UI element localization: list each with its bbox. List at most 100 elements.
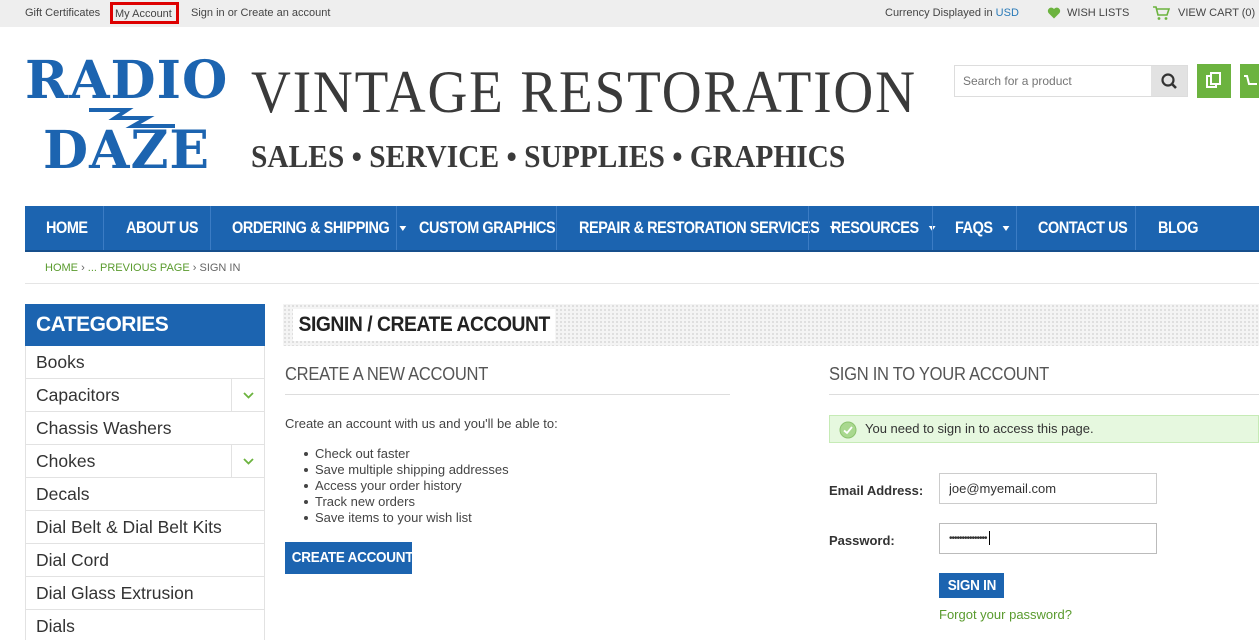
create-account-label: CREATE ACCOUNT xyxy=(291,549,414,566)
list-item: Access your order history xyxy=(304,478,509,494)
view-cart-link[interactable]: VIEW CART (0) xyxy=(1178,7,1255,19)
alert-message: You need to sign in to access this page. xyxy=(865,421,1094,436)
my-account-link[interactable]: My Account xyxy=(110,2,179,24)
list-item: Check out faster xyxy=(304,446,509,462)
nav-custom-graphics[interactable]: CUSTOM GRAPHICS xyxy=(419,206,556,250)
currency-display: Currency Displayed in USD xyxy=(885,7,1019,19)
email-label: Email Address: xyxy=(829,483,924,498)
category-item-chassis-washers[interactable]: Chassis Washers xyxy=(25,412,265,445)
gift-certificates-link[interactable]: Gift Certificates xyxy=(25,7,100,19)
nav-divider xyxy=(396,206,397,250)
brand-title: VINTAGE RESTORATION xyxy=(251,59,917,125)
password-label: Password: xyxy=(829,533,895,548)
category-label: Capacitors xyxy=(36,385,120,405)
create-account-button[interactable]: CREATE ACCOUNT xyxy=(285,542,414,574)
radio-daze-logo[interactable]: RADIO DAZE xyxy=(25,50,227,181)
breadcrumb-home[interactable]: HOME xyxy=(45,262,78,274)
category-label: Dial Belt & Dial Belt Kits xyxy=(36,517,222,537)
category-item-dial-belt[interactable]: Dial Belt & Dial Belt Kits xyxy=(25,511,265,544)
category-expand-toggle[interactable] xyxy=(231,445,264,477)
page-title: SIGNIN / CREATE ACCOUNT xyxy=(293,309,556,341)
nav-home[interactable]: HOME xyxy=(46,206,88,250)
search-icon xyxy=(1161,73,1177,89)
list-item: Save items to your wish list xyxy=(304,510,509,526)
category-label: Decals xyxy=(36,484,90,504)
main-nav: HOME ABOUT US ORDERING & SHIPPING CUSTOM… xyxy=(25,206,1259,252)
category-item-dial-glass-extrusion[interactable]: Dial Glass Extrusion xyxy=(25,577,265,610)
currency-label: Currency Displayed in xyxy=(885,7,993,19)
cart-icon xyxy=(1153,6,1170,20)
copy-icon xyxy=(1206,72,1221,88)
list-item: Save multiple shipping addresses xyxy=(304,462,509,477)
breadcrumb: HOME › ... PREVIOUS PAGE › SIGN IN xyxy=(45,262,240,274)
breadcrumb-separator: › xyxy=(81,262,88,274)
sign-in-required-alert: You need to sign in to access this page. xyxy=(829,415,1259,443)
nav-divider xyxy=(1016,206,1017,250)
category-item-books[interactable]: Books xyxy=(25,346,265,379)
nav-repair-restoration[interactable]: REPAIR & RESTORATION SERVICES xyxy=(579,206,837,250)
email-field[interactable] xyxy=(939,473,1157,504)
breadcrumb-previous[interactable]: ... PREVIOUS PAGE xyxy=(88,262,190,274)
category-item-dials[interactable]: Dials xyxy=(25,610,265,640)
create-account-heading: CREATE A NEW ACCOUNT xyxy=(285,364,489,384)
search-box xyxy=(954,65,1188,97)
category-label: Chokes xyxy=(36,451,96,471)
currency-value[interactable]: USD xyxy=(996,7,1019,19)
nav-resources[interactable]: RESOURCES xyxy=(831,206,936,250)
category-list: Books Capacitors Chassis Washers Chokes … xyxy=(25,346,265,640)
nav-label: REPAIR & RESTORATION SERVICES xyxy=(579,218,820,237)
sign-in-button[interactable]: SIGN IN xyxy=(939,573,1004,598)
chevron-down-icon xyxy=(399,226,407,232)
category-label: Chassis Washers xyxy=(36,418,172,438)
category-label: Dials xyxy=(36,616,75,636)
category-label: Dial Cord xyxy=(36,550,109,570)
cart-icon xyxy=(1244,75,1257,85)
nav-ordering-shipping[interactable]: ORDERING & SHIPPING xyxy=(232,206,407,250)
brand-subtitle: SALES • SERVICE • SUPPLIES • GRAPHICS xyxy=(251,138,846,174)
cart-button[interactable] xyxy=(1240,64,1259,98)
wish-lists-link[interactable]: WISH LISTS xyxy=(1067,7,1129,19)
nav-contact-us[interactable]: CONTACT US xyxy=(1038,206,1128,250)
sign-in-heading: SIGN IN TO YOUR ACCOUNT xyxy=(829,364,1050,384)
password-field[interactable]: ••••••••••••••• xyxy=(939,523,1157,554)
section-divider xyxy=(829,394,1259,395)
nav-divider xyxy=(210,206,211,250)
chevron-down-icon xyxy=(1002,226,1010,232)
categories-heading: CATEGORIES xyxy=(25,304,265,346)
chevron-down-icon xyxy=(243,458,254,465)
category-item-dial-cord[interactable]: Dial Cord xyxy=(25,544,265,577)
nav-faqs[interactable]: FAQS xyxy=(955,206,1010,250)
page-title-bar: SIGNIN / CREATE ACCOUNT xyxy=(283,304,1259,346)
top-bar: Gift Certificates My Account Sign in or … xyxy=(0,0,1259,27)
list-item: Track new orders xyxy=(304,494,509,510)
category-label: Dial Glass Extrusion xyxy=(36,583,194,603)
breadcrumb-current: SIGN IN xyxy=(199,262,241,274)
category-label: Books xyxy=(36,352,85,372)
logo-line-2: DAZE xyxy=(43,120,211,181)
forgot-password-link[interactable]: Forgot your password? xyxy=(939,607,1072,622)
sign-in-label: SIGN IN xyxy=(947,577,996,594)
nav-divider xyxy=(103,206,104,250)
section-divider xyxy=(285,394,730,395)
breadcrumb-divider xyxy=(25,283,1259,284)
nav-divider xyxy=(808,206,809,250)
compare-button[interactable] xyxy=(1197,64,1231,98)
text-cursor xyxy=(988,531,990,546)
category-item-chokes[interactable]: Chokes xyxy=(25,445,265,478)
chevron-down-icon xyxy=(243,392,254,399)
password-value: ••••••••••••••• xyxy=(949,533,988,544)
nav-about-us[interactable]: ABOUT US xyxy=(126,206,198,250)
nav-label: RESOURCES xyxy=(831,218,919,237)
check-circle-icon xyxy=(839,421,857,439)
nav-label: ORDERING & SHIPPING xyxy=(232,218,390,237)
benefits-list: Check out faster Save multiple shipping … xyxy=(304,446,509,526)
category-item-capacitors[interactable]: Capacitors xyxy=(25,379,265,412)
nav-blog[interactable]: BLOG xyxy=(1158,206,1198,250)
category-expand-toggle[interactable] xyxy=(231,379,264,411)
category-item-decals[interactable]: Decals xyxy=(25,478,265,511)
search-input[interactable] xyxy=(955,66,1150,96)
signin-create-link[interactable]: Sign in or Create an account xyxy=(191,7,330,19)
search-button[interactable] xyxy=(1151,66,1187,96)
nav-divider xyxy=(1135,206,1136,250)
heart-icon xyxy=(1047,7,1061,19)
